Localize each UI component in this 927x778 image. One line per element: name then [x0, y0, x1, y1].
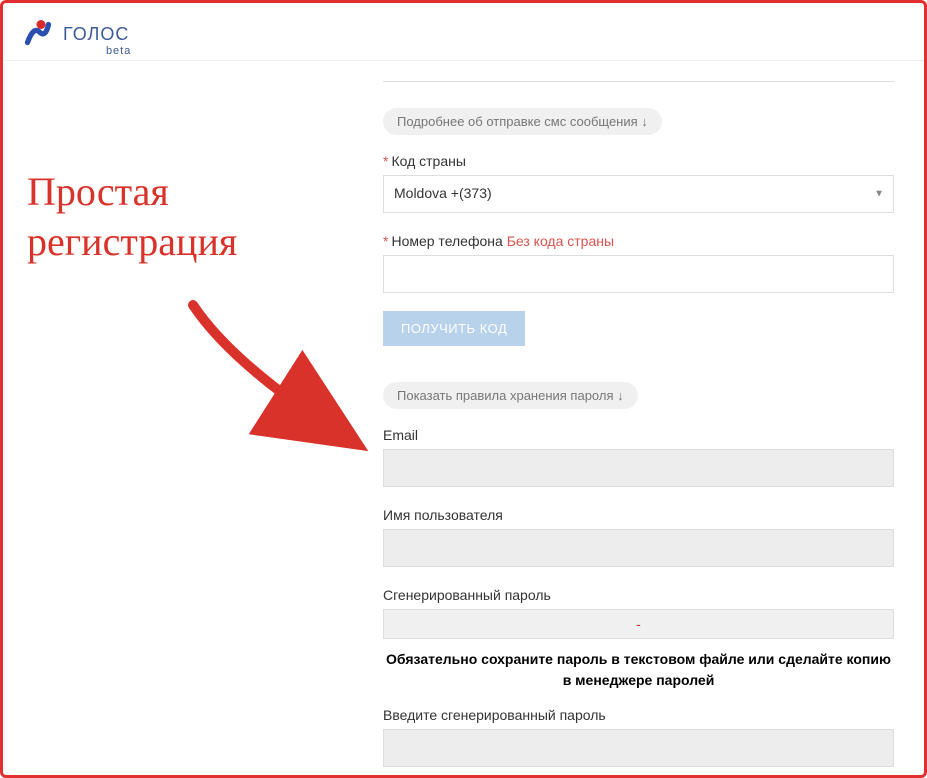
email-field[interactable]	[383, 449, 894, 487]
phone-label: *Номер телефона Без кода страны	[383, 233, 894, 249]
annotation-arrow-icon	[173, 295, 373, 475]
divider	[383, 81, 894, 82]
save-password-notice: Обязательно сохраните пароль в текстовом…	[383, 639, 894, 707]
enter-password-field[interactable]	[383, 729, 894, 767]
enter-password-label: Введите сгенерированный пароль	[383, 707, 894, 723]
country-code-value: Moldova +(373)	[383, 175, 894, 213]
generated-password-label: Сгенерированный пароль	[383, 587, 894, 603]
phone-hint: Без кода страны	[507, 233, 614, 249]
generated-password-display: -	[383, 609, 894, 639]
header: ГОЛОС beta	[3, 3, 924, 61]
username-label: Имя пользователя	[383, 507, 894, 523]
email-label: Email	[383, 427, 894, 443]
beta-badge: beta	[106, 45, 131, 57]
sms-info-toggle[interactable]: Подробнее об отправке смс сообщения ↓	[383, 108, 662, 135]
username-field[interactable]	[383, 529, 894, 567]
phone-input[interactable]	[383, 255, 894, 293]
chevron-down-icon: ▼	[874, 189, 884, 200]
password-rules-toggle[interactable]: Показать правила хранения пароля ↓	[383, 382, 638, 409]
brand-name: ГОЛОС beta	[63, 24, 129, 45]
registration-form: Подробнее об отправке смс сообщения ↓ *К…	[383, 61, 924, 767]
logo-icon	[23, 17, 53, 52]
country-code-select[interactable]: Moldova +(373) ▼	[383, 175, 894, 213]
brand-logo[interactable]: ГОЛОС beta	[23, 17, 129, 52]
annotation-text: Простая регистрация	[27, 167, 237, 267]
get-code-button[interactable]: ПОЛУЧИТЬ КОД	[383, 311, 525, 346]
country-code-label: *Код страны	[383, 153, 894, 169]
